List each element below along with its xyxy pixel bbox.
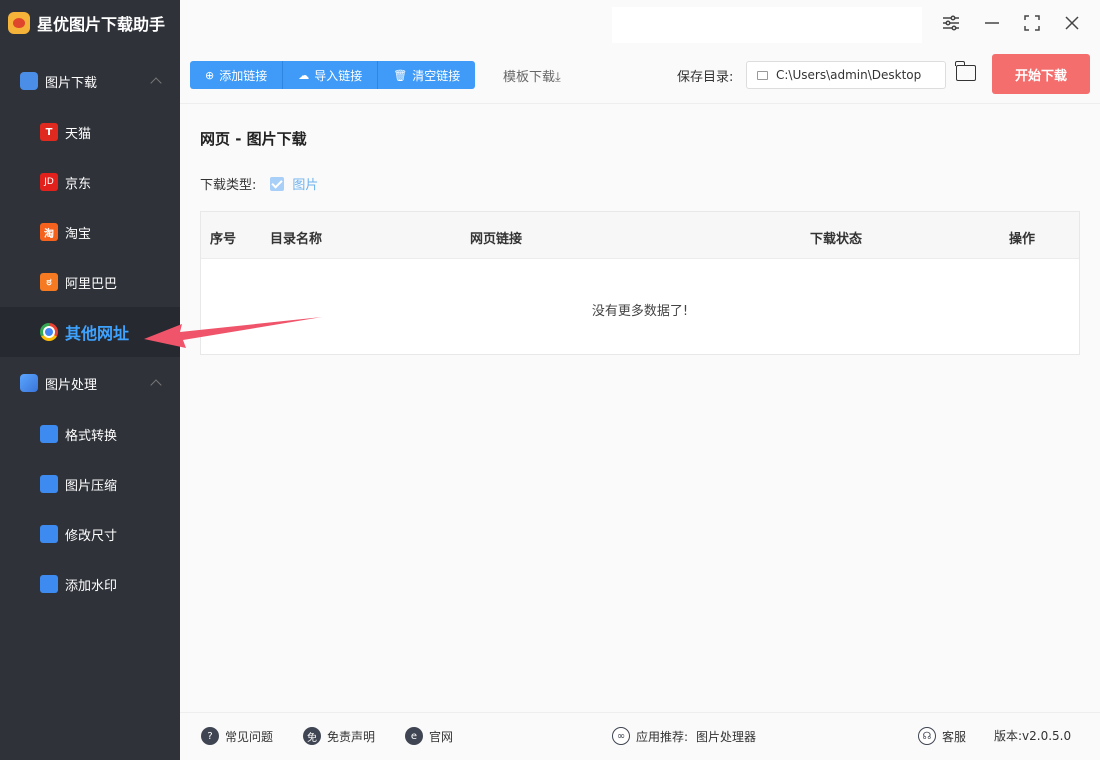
section-label: 图片处理	[45, 377, 98, 393]
support-link[interactable]: ☊ 客服	[918, 727, 966, 745]
disclaimer-icon: 免	[303, 727, 321, 745]
save-dir-label: 保存目录:	[677, 70, 734, 85]
app-title: 星优图片下载助手	[37, 15, 166, 34]
button-label: 清空链接	[412, 68, 461, 83]
template-download-label: 模板下载	[503, 70, 556, 85]
section-image-processing[interactable]: 图片处理	[0, 357, 180, 409]
faq-link[interactable]: ? 常见问题	[201, 727, 273, 745]
button-label: 添加链接	[219, 68, 268, 83]
chevron-up-icon[interactable]	[150, 379, 162, 391]
sidebar-item-label: 图片压缩	[65, 478, 118, 494]
download-type-label: 下载类型:	[200, 178, 257, 193]
cloud-upload-icon: ☁	[298, 68, 310, 82]
recommend-link[interactable]: ∞ 应用推荐: 图片处理器	[612, 727, 756, 745]
button-label: 导入链接	[314, 68, 363, 83]
ie-browser-icon: e	[405, 727, 423, 745]
website-label: 官网	[429, 729, 454, 744]
sidebar: 星优图片下载助手 图片下载 T 天猫 JD 京东 淘 淘宝 ಠ 阿里巴巴 其他网…	[0, 0, 180, 760]
sidebar-item-watermark[interactable]: 添加水印	[0, 559, 180, 609]
sidebar-item-alibaba[interactable]: ಠ 阿里巴巴	[0, 257, 180, 307]
sidebar-item-label: 修改尺寸	[65, 528, 118, 544]
sidebar-item-tmall[interactable]: T 天猫	[0, 107, 180, 157]
resize-icon	[40, 525, 58, 543]
watermark-icon	[40, 575, 58, 593]
import-link-button[interactable]: ☁ 导入链接	[283, 61, 379, 89]
question-icon: ?	[201, 727, 219, 745]
image-type-label[interactable]: 图片	[292, 174, 318, 193]
headset-icon: ☊	[918, 727, 936, 745]
plus-circle-icon: ⊕	[205, 68, 215, 82]
sidebar-item-label: 阿里巴巴	[65, 276, 118, 292]
version-info: 版本:v2.0.5.0	[994, 727, 1071, 744]
col-actions: 操作	[1009, 232, 1036, 247]
disclaimer-label: 免责声明	[327, 729, 376, 744]
version-text: 版本:v2.0.5.0	[994, 729, 1072, 743]
col-dir-name: 目录名称	[270, 232, 323, 247]
sidebar-item-label: 京东	[65, 176, 92, 192]
image-processing-section-icon	[20, 374, 38, 392]
image-compress-icon	[40, 475, 58, 493]
folder-small-icon	[757, 70, 768, 80]
chrome-icon	[40, 323, 58, 341]
section-label: 图片下载	[45, 75, 98, 91]
close-icon[interactable]	[1061, 12, 1083, 34]
sidebar-item-label: 添加水印	[65, 578, 118, 594]
col-download-status: 下载状态	[810, 232, 863, 247]
tmall-icon: T	[40, 123, 58, 141]
download-type-row: 下载类型: 图片	[200, 174, 318, 193]
title-bar	[180, 0, 1100, 46]
link-icon: ∞	[612, 727, 630, 745]
sidebar-item-image-compress[interactable]: 图片压缩	[0, 459, 180, 509]
page-title: 网页 - 图片下载	[200, 130, 307, 148]
template-download-link[interactable]: 模板下载⤓	[503, 66, 561, 85]
empty-state-text: 没有更多数据了!	[591, 304, 689, 319]
top-blank-field	[612, 7, 922, 43]
recommend-value: 图片处理器	[696, 729, 757, 744]
clear-link-button[interactable]: 🗑 清空链接	[378, 61, 476, 89]
footer: ? 常见问题 免 免责声明 e 官网 ∞ 应用推荐: 图片处理器 ☊ 客服 版本…	[180, 712, 1100, 760]
image-type-checkbox[interactable]	[270, 176, 285, 191]
trash-icon: 🗑	[393, 68, 408, 82]
sidebar-item-resize[interactable]: 修改尺寸	[0, 509, 180, 559]
link-table: 序号 目录名称 网页链接 下载状态 操作 没有更多数据了!	[200, 211, 1080, 355]
maximize-icon[interactable]	[1021, 12, 1043, 34]
toolbar: ⊕ 添加链接 ☁ 导入链接 🗑 清空链接 模板下载⤓ 保存目录: C:\User…	[180, 46, 1100, 104]
download-section-icon	[20, 72, 38, 90]
sidebar-item-jd[interactable]: JD 京东	[0, 157, 180, 207]
jd-icon: JD	[40, 173, 58, 191]
open-folder-icon[interactable]	[955, 61, 976, 81]
sidebar-item-label: 格式转换	[65, 428, 118, 444]
alibaba-icon: ಠ	[40, 273, 58, 291]
sidebar-item-label: 其他网址	[65, 324, 130, 343]
faq-label: 常见问题	[225, 729, 274, 744]
pointer-arrow	[144, 317, 322, 348]
sidebar-item-label: 淘宝	[65, 226, 92, 242]
sidebar-item-taobao[interactable]: 淘 淘宝	[0, 207, 180, 257]
col-page-link: 网页链接	[470, 232, 523, 247]
section-image-download[interactable]: 图片下载	[0, 55, 180, 107]
save-dir-value: C:\Users\admin\Desktop	[776, 68, 922, 82]
brand: 星优图片下载助手	[0, 0, 180, 46]
support-label: 客服	[942, 729, 967, 744]
recommend-label: 应用推荐:	[636, 729, 689, 744]
sidebar-item-format-convert[interactable]: 格式转换	[0, 409, 180, 459]
settings-sliders-icon[interactable]	[940, 12, 962, 34]
disclaimer-link[interactable]: 免 免责声明	[303, 727, 375, 745]
table-header: 序号 目录名称 网页链接 下载状态 操作	[201, 212, 1079, 259]
website-link[interactable]: e 官网	[405, 727, 453, 745]
taobao-icon: 淘	[40, 223, 58, 241]
chevron-up-icon[interactable]	[150, 77, 162, 89]
start-download-button[interactable]: 开始下载	[992, 54, 1090, 94]
save-dir-field[interactable]: C:\Users\admin\Desktop	[746, 61, 946, 89]
app-logo-icon	[8, 12, 30, 34]
add-link-button[interactable]: ⊕ 添加链接	[190, 61, 284, 89]
download-arrow-icon: ⤓	[555, 70, 561, 85]
minimize-icon[interactable]	[981, 12, 1003, 34]
format-convert-icon	[40, 425, 58, 443]
link-button-group: ⊕ 添加链接 ☁ 导入链接 🗑 清空链接	[190, 61, 476, 89]
col-index: 序号	[210, 232, 237, 247]
sidebar-item-label: 天猫	[65, 126, 92, 142]
